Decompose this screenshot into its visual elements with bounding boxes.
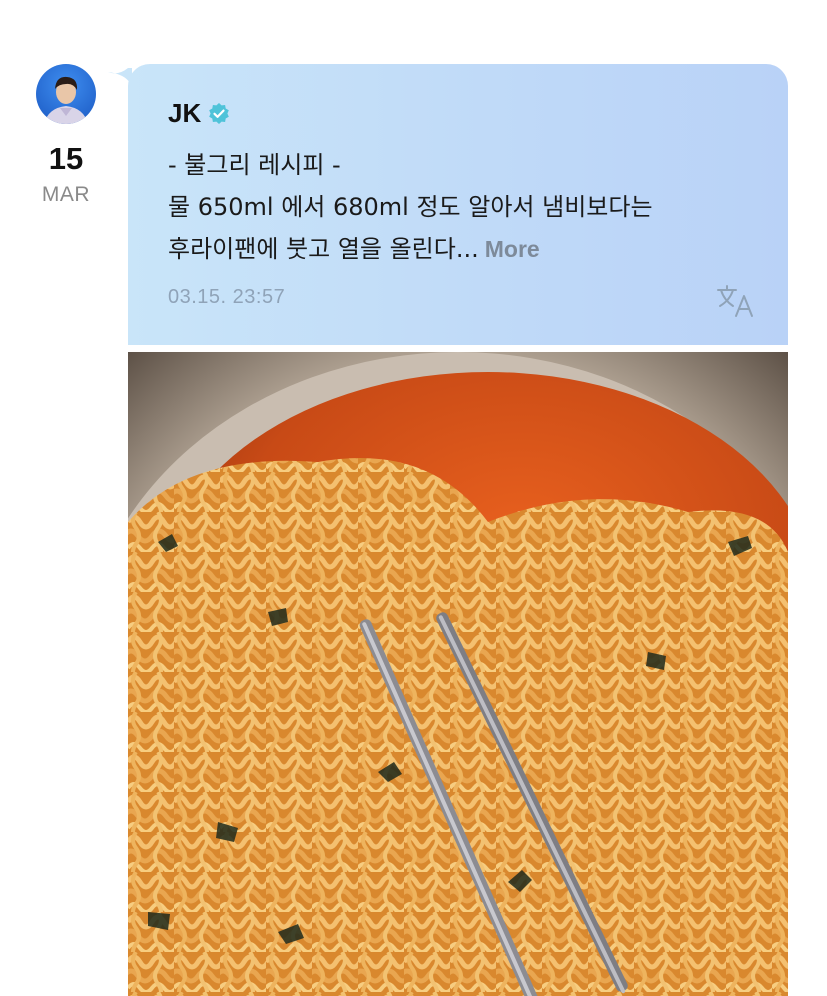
- post-text-line: 물 650ml 에서 680ml 정도 알아서 냄비보다는: [168, 193, 653, 221]
- post-timestamp: 03.15. 23:57: [168, 286, 286, 308]
- message-bubble: JK - 불그리 레시피 - 물 650ml 에서 680ml 정도 알아서 냄…: [128, 64, 788, 345]
- author-name[interactable]: JK: [168, 98, 201, 129]
- post-date-day: 15: [48, 141, 84, 176]
- post-date-month: MAR: [41, 183, 91, 206]
- post-text: - 불그리 레시피 - 물 650ml 에서 680ml 정도 알아서 냄비보다…: [168, 144, 768, 270]
- translate-icon[interactable]: [716, 284, 756, 318]
- post-photo[interactable]: [128, 352, 788, 996]
- noodles-photo-icon: [128, 352, 788, 996]
- post-text-line: - 불그리 레시피 -: [168, 151, 341, 179]
- avatar[interactable]: [36, 64, 96, 124]
- more-link[interactable]: More: [485, 236, 540, 262]
- post-text-line-content: 후라이팬에 붓고 열을 올린다...: [168, 235, 479, 263]
- post-text-line: 후라이팬에 붓고 열을 올린다... More: [168, 228, 768, 270]
- profile-avatar-icon: [36, 64, 96, 124]
- author-row: JK: [168, 98, 231, 129]
- verified-badge-icon: [207, 102, 231, 126]
